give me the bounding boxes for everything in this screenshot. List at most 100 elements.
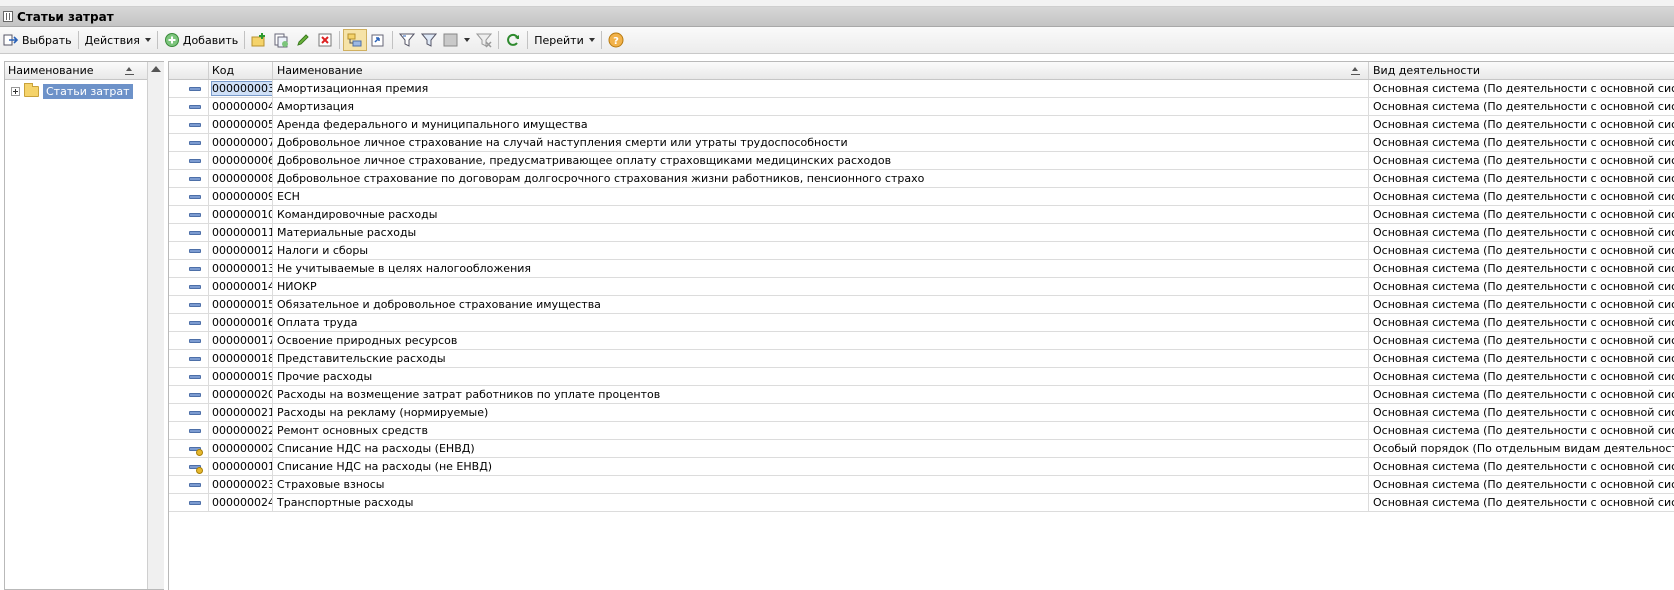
name-cell[interactable]: Расходы на рекламу (нормируемые) — [273, 404, 1369, 422]
name-cell[interactable]: Обязательное и добровольное страхование … — [273, 296, 1369, 314]
filter-history-button[interactable] — [440, 30, 473, 50]
table-row[interactable]: 000000017 Освоение природных ресурсов Осно… — [169, 332, 1674, 350]
tree-item-root[interactable]: Статьи затрат — [11, 82, 133, 100]
table-row[interactable]: 000000023 Страховые взносы Основная систем… — [169, 476, 1674, 494]
table-row[interactable]: 000000009 ЕСН Основная система (По деятель… — [169, 188, 1674, 206]
name-cell[interactable]: Добровольное страхование по договорам до… — [273, 170, 1369, 188]
name-cell[interactable]: Представительские расходы — [273, 350, 1369, 368]
activity-cell[interactable]: Основная система (По деятельности с осно… — [1369, 350, 1674, 368]
activity-cell[interactable]: Основная система (По деятельности с осно… — [1369, 206, 1674, 224]
activity-cell[interactable]: Основная система (По деятельности с осно… — [1369, 170, 1674, 188]
code-cell[interactable]: 000000010 — [209, 206, 273, 224]
name-cell[interactable]: Освоение природных ресурсов — [273, 332, 1369, 350]
tree-scrollbar[interactable] — [147, 62, 164, 589]
tree-header[interactable]: Наименование — [5, 62, 163, 80]
goto-menu-button[interactable]: Перейти — [531, 30, 598, 50]
table-row[interactable]: 000000005 Аренда федерального и муниципал… — [169, 116, 1674, 134]
name-cell[interactable]: Списание НДС на расходы (ЕНВД) — [273, 440, 1369, 458]
table-row[interactable]: 000000018 Представительские расходы Основн… — [169, 350, 1674, 368]
activity-cell[interactable]: Основная система (По деятельности с осно… — [1369, 476, 1674, 494]
activity-cell[interactable]: Основная система (По деятельности с осно… — [1369, 386, 1674, 404]
code-cell[interactable]: 000000014 — [209, 278, 273, 296]
code-cell[interactable]: 000000002 — [209, 440, 273, 458]
activity-cell[interactable]: Основная система (По деятельности с осно… — [1369, 224, 1674, 242]
table-row[interactable]: 000000004 Амортизация Основная система (По… — [169, 98, 1674, 116]
name-cell[interactable]: Амортизация — [273, 98, 1369, 116]
edit-button[interactable] — [292, 30, 314, 50]
code-cell[interactable]: 000000004 — [209, 98, 273, 116]
name-cell[interactable]: НИОКР — [273, 278, 1369, 296]
code-cell[interactable]: 000000023 — [209, 476, 273, 494]
delete-mark-button[interactable] — [314, 30, 336, 50]
activity-cell[interactable]: Основная система (По деятельности с осно… — [1369, 278, 1674, 296]
code-cell[interactable]: 000000007 — [209, 134, 273, 152]
activity-cell[interactable]: Основная система (По деятельности с осно… — [1369, 422, 1674, 440]
code-cell[interactable]: 000000008 — [209, 170, 273, 188]
table-row[interactable]: 000000022 Ремонт основных средств Основная… — [169, 422, 1674, 440]
name-cell[interactable]: Добровольное личное страхование, предусм… — [273, 152, 1369, 170]
activity-cell[interactable]: Основная система (По деятельности с осно… — [1369, 188, 1674, 206]
filter-button[interactable] — [396, 30, 418, 50]
help-button[interactable]: ? — [605, 30, 627, 50]
code-cell[interactable]: 000000016 — [209, 314, 273, 332]
activity-cell[interactable]: Основная система (По деятельности с осно… — [1369, 296, 1674, 314]
icon-column-header[interactable] — [169, 62, 209, 79]
column-header-name[interactable]: Наименование — [273, 62, 1369, 79]
code-cell[interactable]: 000000024 — [209, 494, 273, 512]
activity-cell[interactable]: Основная система (По деятельности с осно… — [1369, 368, 1674, 386]
refresh-button[interactable] — [502, 30, 524, 50]
name-cell[interactable]: Добровольное личное страхование на случа… — [273, 134, 1369, 152]
table-row[interactable]: 000000001 Списание НДС на расходы (не ЕНВ… — [169, 458, 1674, 476]
table-row[interactable]: 000000013 Не учитываемые в целях налогооб… — [169, 260, 1674, 278]
table-row[interactable]: 000000019 Прочие расходы Основная система … — [169, 368, 1674, 386]
activity-cell[interactable]: Основная система (По деятельности с осно… — [1369, 116, 1674, 134]
activity-cell[interactable]: Основная система (По деятельности с осно… — [1369, 332, 1674, 350]
expand-icon[interactable] — [11, 86, 20, 96]
activity-cell[interactable]: Основная система (По деятельности с осно… — [1369, 98, 1674, 116]
code-cell[interactable]: 000000001 — [209, 458, 273, 476]
actions-menu-button[interactable]: Действия — [82, 30, 154, 50]
name-cell[interactable]: Командировочные расходы — [273, 206, 1369, 224]
filter-by-value-button[interactable] — [418, 30, 440, 50]
code-cell[interactable]: 000000018 — [209, 350, 273, 368]
activity-cell[interactable]: Основная система (По деятельности с осно… — [1369, 404, 1674, 422]
code-cell[interactable]: 000000015 — [209, 296, 273, 314]
level-up-button[interactable] — [367, 30, 389, 50]
table-row[interactable]: 000000024 Транспортные расходы Основная си… — [169, 494, 1674, 512]
clear-filter-button[interactable] — [473, 30, 495, 50]
code-cell[interactable]: 000000022 — [209, 422, 273, 440]
name-cell[interactable]: Амортизационная премия — [273, 80, 1369, 98]
table-row[interactable]: 000000020 Расходы на возмещение затрат ра… — [169, 386, 1674, 404]
table-row[interactable]: 000000003 Амортизационная премия Основная … — [169, 80, 1674, 98]
code-cell[interactable]: 000000006 — [209, 152, 273, 170]
column-header-code[interactable]: Код — [209, 62, 273, 79]
table-row[interactable]: 000000021 Расходы на рекламу (нормируемые… — [169, 404, 1674, 422]
table-row[interactable]: 000000006 Добровольное личное страхование… — [169, 152, 1674, 170]
code-cell[interactable]: 000000012 — [209, 242, 273, 260]
name-cell[interactable]: ЕСН — [273, 188, 1369, 206]
table-row[interactable]: 000000002 Списание НДС на расходы (ЕНВД) О… — [169, 440, 1674, 458]
name-cell[interactable]: Списание НДС на расходы (не ЕНВД) — [273, 458, 1369, 476]
code-cell[interactable]: 000000003 — [209, 80, 273, 98]
activity-cell[interactable]: Основная система (По деятельности с осно… — [1369, 494, 1674, 512]
name-cell[interactable]: Материальные расходы — [273, 224, 1369, 242]
table-row[interactable]: 000000016 Оплата труда Основная система (П… — [169, 314, 1674, 332]
activity-cell[interactable]: Основная система (По деятельности с осно… — [1369, 242, 1674, 260]
add-group-button[interactable] — [248, 30, 270, 50]
table-row[interactable]: 000000008 Добровольное страхование по дог… — [169, 170, 1674, 188]
activity-cell[interactable]: Основная система (По деятельности с осно… — [1369, 152, 1674, 170]
name-cell[interactable]: Ремонт основных средств — [273, 422, 1369, 440]
scroll-up-icon[interactable] — [151, 66, 161, 72]
table-row[interactable]: 000000014 НИОКР Основная система (По деяте… — [169, 278, 1674, 296]
code-cell[interactable]: 000000013 — [209, 260, 273, 278]
table-row[interactable]: 000000007 Добровольное личное страхование… — [169, 134, 1674, 152]
activity-cell[interactable]: Основная система (По деятельности с осно… — [1369, 80, 1674, 98]
table-row[interactable]: 000000012 Налоги и сборы Основная система … — [169, 242, 1674, 260]
table-row[interactable]: 000000011 Материальные расходы Основная си… — [169, 224, 1674, 242]
code-cell[interactable]: 000000021 — [209, 404, 273, 422]
activity-cell[interactable]: Особый порядок (По отдельным видам деяте… — [1369, 440, 1674, 458]
code-cell[interactable]: 000000017 — [209, 332, 273, 350]
hierarchy-toggle-button[interactable] — [343, 29, 368, 51]
table-row[interactable]: 000000010 Командировочные расходы Основная… — [169, 206, 1674, 224]
code-cell[interactable]: 000000005 — [209, 116, 273, 134]
